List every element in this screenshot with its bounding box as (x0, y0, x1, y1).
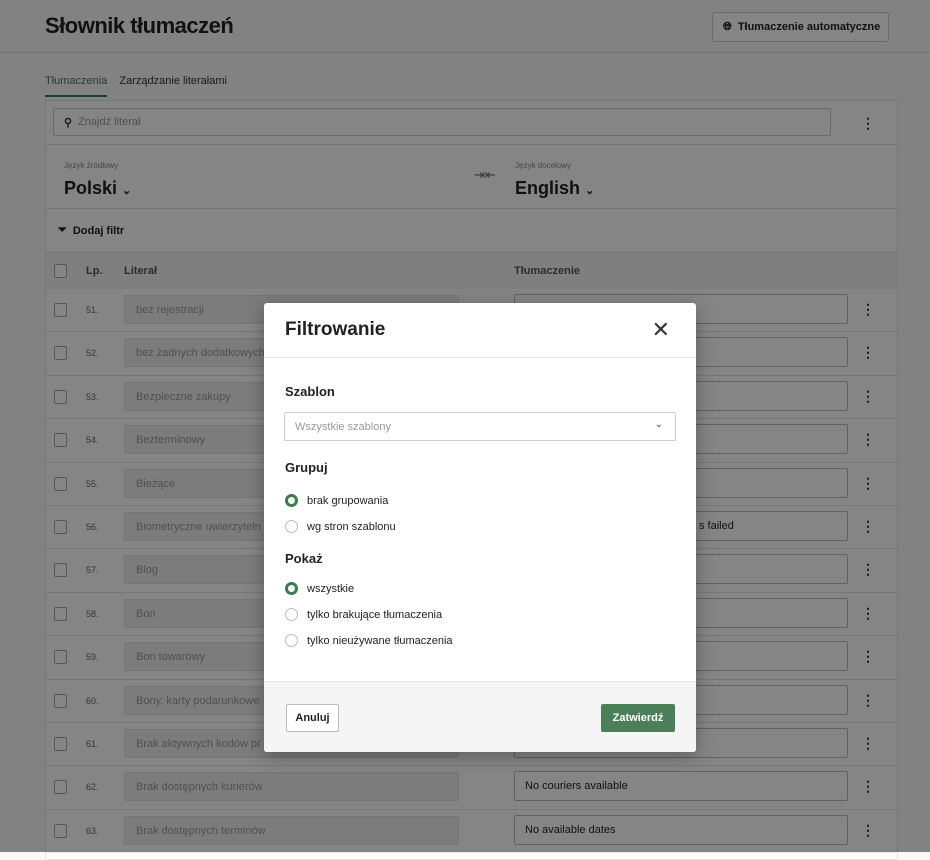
filter-modal: Filtrowanie ✕ Szablon Wszystkie szablony… (264, 303, 696, 752)
radio-no-grouping[interactable]: brak grupowania (285, 494, 388, 507)
close-icon[interactable]: ✕ (652, 317, 670, 343)
radio-unused-only[interactable]: tylko nieużywane tłumaczenia (285, 634, 453, 647)
template-select[interactable]: Wszystkie szablony ⌄ (284, 412, 676, 441)
radio-all[interactable]: wszystkie (285, 582, 354, 595)
show-label: Pokaż (285, 551, 323, 566)
modal-title: Filtrowanie (285, 319, 386, 340)
radio-label: tylko brakujące tłumaczenia (307, 608, 443, 621)
radio-checked-icon (285, 582, 298, 595)
radio-unchecked-icon (285, 520, 298, 533)
radio-label: wg stron szablonu (307, 520, 396, 533)
radio-label: wszystkie (307, 582, 355, 595)
chevron-down-icon: ⌄ (654, 419, 663, 430)
confirm-button[interactable]: Zatwierdź (601, 704, 675, 732)
group-label: Grupuj (285, 460, 328, 475)
radio-by-template-pages[interactable]: wg stron szablonu (285, 520, 396, 533)
cancel-button[interactable]: Anuluj (286, 704, 339, 732)
radio-unchecked-icon (285, 608, 298, 621)
radio-missing-only[interactable]: tylko brakujące tłumaczenia (285, 608, 442, 621)
radio-unchecked-icon (285, 634, 298, 647)
modal-footer: Anuluj Zatwierdź (264, 681, 696, 752)
radio-label: tylko nieużywane tłumaczenia (307, 634, 453, 647)
radio-label: brak grupowania (307, 494, 389, 507)
template-select-value: Wszystkie szablony (295, 421, 391, 433)
template-label: Szablon (285, 384, 335, 399)
radio-checked-icon (285, 494, 298, 507)
